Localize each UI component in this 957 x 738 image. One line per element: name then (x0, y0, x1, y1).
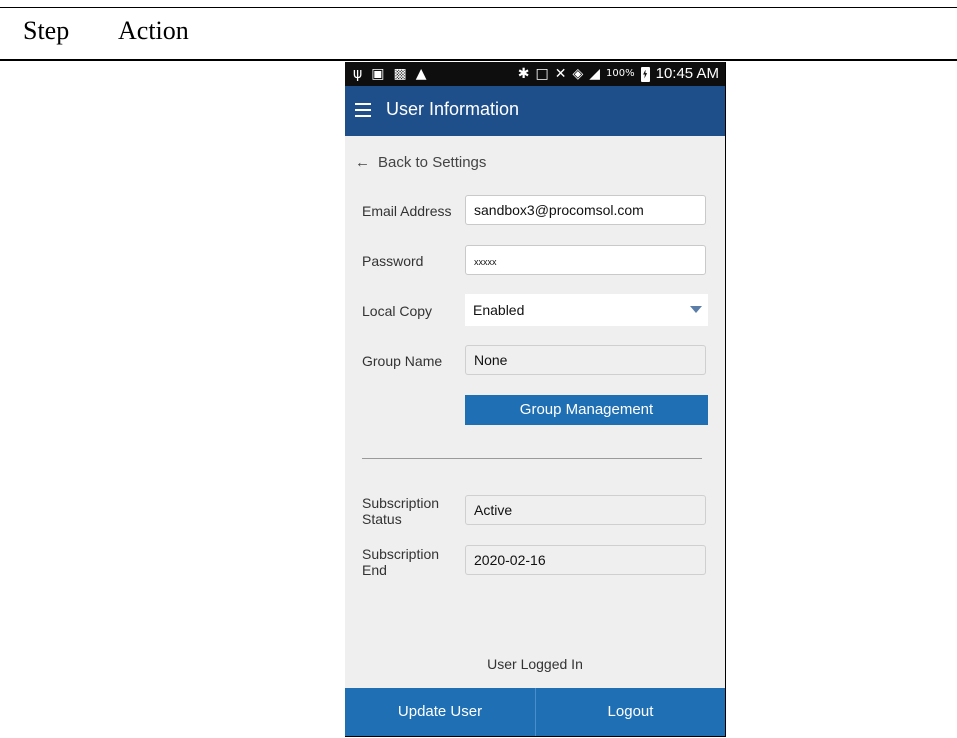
wifi-icon: ◈ (572, 66, 584, 82)
update-user-button[interactable]: Update User (345, 688, 535, 736)
sim-icon: ▩ (393, 66, 407, 82)
phone-screenshot: ψ ▣ ▩ ▲ ✱ □ ✕ ◈ ◢ 100% 10:45 AM User Inf… (345, 62, 726, 737)
clock: 10:45 AM (655, 65, 719, 82)
back-to-settings-link[interactable]: ← Back to Settings (355, 154, 486, 171)
login-status-text: User Logged In (487, 656, 583, 672)
mute-icon: ✕ (554, 66, 567, 82)
table-header-rule (0, 59, 957, 61)
bottom-action-bar: Update User Logout (345, 688, 725, 736)
subscription-status-field: Active (465, 495, 706, 525)
email-label: Email Address (362, 203, 452, 219)
subscription-end-field: 2020-02-16 (465, 545, 706, 575)
dropdown-arrow-icon (690, 306, 702, 313)
bluetooth-icon: ✱ (517, 66, 530, 82)
group-name-label: Group Name (362, 353, 443, 369)
status-bar: ψ ▣ ▩ ▲ ✱ □ ✕ ◈ ◢ 100% 10:45 AM (345, 62, 725, 86)
usb-icon: ψ (353, 66, 363, 82)
image-icon: ▣ (371, 66, 385, 82)
group-management-button[interactable]: Group Management (465, 395, 708, 425)
section-divider (362, 458, 702, 459)
logout-button[interactable]: Logout (536, 688, 725, 736)
password-label: Password (362, 253, 424, 269)
subscription-status-label-line2: Status (362, 511, 402, 527)
local-copy-select[interactable]: Enabled (465, 294, 708, 326)
hamburger-menu-icon[interactable] (355, 100, 375, 120)
warning-icon: ▲ (415, 66, 427, 82)
local-copy-value: Enabled (473, 302, 525, 318)
local-copy-label: Local Copy (362, 303, 433, 319)
page-title: User Information (386, 99, 520, 119)
table-header-row: Step Action (0, 16, 957, 46)
nfc-icon: □ (535, 66, 549, 82)
subscription-status-label: Subscription Status (362, 495, 439, 527)
header-step: Step (23, 16, 70, 45)
subscription-status-label-line1: Subscription (362, 495, 440, 511)
subscription-end-label: Subscription End (362, 546, 439, 578)
password-value: xxxxx (474, 257, 497, 267)
back-arrow-icon: ← (355, 154, 370, 171)
app-bar: User Information (345, 86, 725, 136)
battery-icon (640, 66, 650, 82)
subscription-end-label-line2: End (362, 562, 387, 578)
password-field[interactable]: xxxxx (465, 245, 706, 275)
header-action: Action (118, 16, 189, 45)
battery-percent: 100% (606, 68, 635, 79)
group-name-field: None (465, 345, 706, 375)
subscription-end-label-line1: Subscription (362, 546, 440, 562)
back-link-label: Back to Settings (378, 154, 487, 171)
signal-icon: ◢ (589, 66, 601, 82)
email-field[interactable]: sandbox3@procomsol.com (465, 195, 706, 225)
table-top-rule (0, 7, 957, 8)
